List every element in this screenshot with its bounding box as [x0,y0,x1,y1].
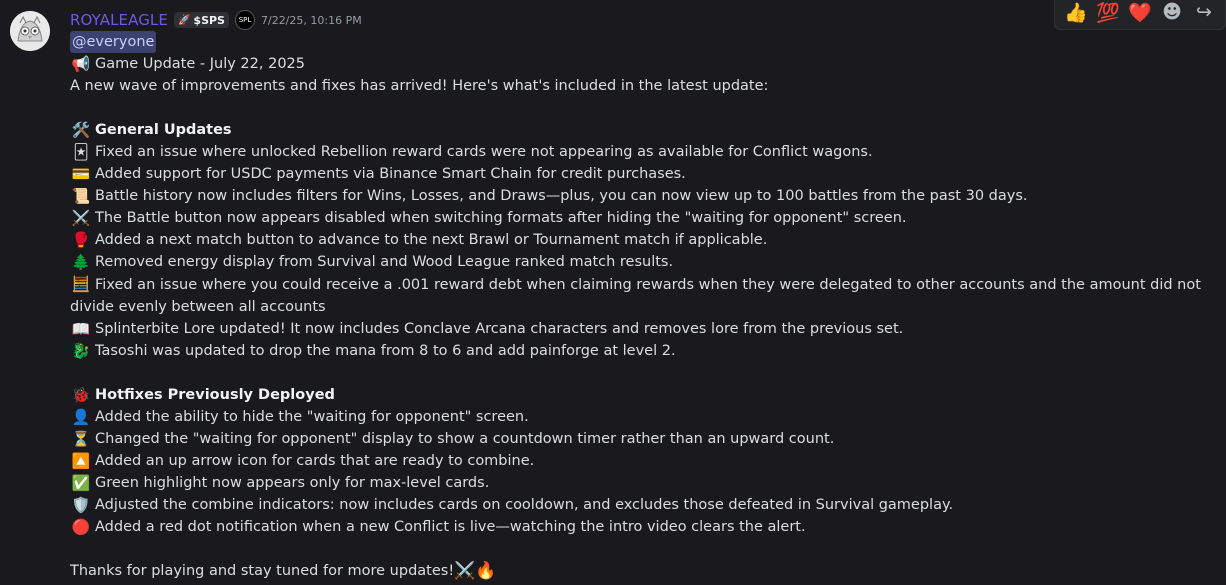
everyone-mention[interactable]: @everyone [70,31,157,53]
credit-card-icon: 💳 [71,165,91,183]
list-item: 📜 Battle history now includes filters fo… [70,185,1210,207]
megaphone-icon: 📢 [71,55,91,73]
hotfix-heading-line: 🐞 Hotfixes Previously Deployed [70,384,1210,406]
list-item: ⏳ Changed the "waiting for opponent" dis… [70,428,1210,450]
heart-reaction[interactable]: ❤️ [1127,0,1153,25]
list-item: 🔴 Added a red dot notification when a ne… [70,516,1210,538]
closing-line: Thanks for playing and stay tuned for mo… [70,560,1210,582]
server-tag-badge[interactable]: 🚀 $SPS [173,12,229,28]
message-header: ROYALEAGLE 🚀 $SPS SPL 7/22/25, 10:16 PM [70,10,362,30]
list-item: 🛡️ Adjusted the combine indicators: now … [70,494,1210,516]
mention-line: @everyone [70,31,1210,53]
list-item-text: Fixed an issue where unlocked Rebellion … [95,144,873,160]
user-silhouette-icon: 👤 [71,408,91,426]
list-item-text: Removed energy display from Survival and… [95,254,674,270]
user-avatar[interactable] [10,11,50,51]
list-item-text: Tasoshi was updated to drop the mana fro… [95,343,676,359]
message-actions-bar: 👍 💯 ❤️ ☻ ↪ [1054,0,1226,30]
username[interactable]: ROYALEAGLE [70,11,168,29]
intro-text: A new wave of improvements and fixes has… [70,78,769,94]
swords-fire-icon: ⚔️🔥 [454,561,497,581]
list-item-text: Green highlight now appears only for max… [95,475,490,491]
boxing-glove-icon: 🥊 [71,231,91,249]
list-item-text: Added a next match button to advance to … [95,232,768,248]
intro-line: A new wave of improvements and fixes has… [70,75,1210,97]
list-item-text: Added an up arrow icon for cards that ar… [95,453,535,469]
ladybug-icon: 🐞 [71,386,91,404]
abacus-icon: 🧮 [71,275,91,293]
shield-icon: 🛡️ [71,496,91,514]
list-item: 🌲 Removed energy display from Survival a… [70,251,1210,273]
title-line: 📢 Game Update - July 22, 2025 [70,53,1210,75]
list-item: 💳 Added support for USDC payments via Bi… [70,163,1210,185]
list-item-text: Added support for USDC payments via Bina… [95,166,686,182]
server-tag-label: $SPS [193,13,225,27]
reply-icon[interactable]: ↪ [1191,0,1217,25]
message-content: @everyone 📢 Game Update - July 22, 2025 … [70,31,1210,582]
rocket-icon: 🚀 [177,14,191,26]
general-heading: General Updates [95,122,232,138]
list-item: ⚔️ The Battle button now appears disable… [70,207,1210,229]
open-book-icon: 📖 [71,320,91,338]
list-item: 🃏 Fixed an issue where unlocked Rebellio… [70,141,1210,163]
hundred-reaction[interactable]: 💯 [1095,0,1121,25]
hotfix-heading: Hotfixes Previously Deployed [95,387,335,403]
general-heading-line: 🛠️ General Updates [70,119,1210,141]
crossed-swords-icon: ⚔️ [71,209,91,227]
role-icon[interactable]: SPL [234,10,255,30]
thumbs-up-reaction[interactable]: 👍 [1063,0,1089,25]
update-title: Game Update - July 22, 2025 [95,56,305,72]
add-reaction-icon[interactable]: ☻ [1159,0,1185,25]
list-item-text: Fixed an issue where you could receive a… [70,277,1201,315]
list-item: 👤 Added the ability to hide the "waiting… [70,406,1210,428]
check-mark-icon: ✅ [71,474,91,492]
list-item-text: The Battle button now appears disabled w… [95,210,907,226]
joker-card-icon: 🃏 [73,143,89,161]
dragon-icon: 🐉 [71,342,91,360]
list-item-text: Adjusted the combine indicators: now inc… [95,497,954,513]
timestamp[interactable]: 7/22/25, 10:16 PM [261,14,362,27]
list-item: 📖 Splinterbite Lore updated! It now incl… [70,318,1210,340]
list-item-text: Added the ability to hide the "waiting f… [95,409,529,425]
list-item-text: Battle history now includes filters for … [95,188,1028,204]
hourglass-icon: ⏳ [71,430,91,448]
closing-text: Thanks for playing and stay tuned for mo… [70,563,455,579]
list-item-text: Added a red dot notification when a new … [95,519,806,535]
list-item: 🐉 Tasoshi was updated to drop the mana f… [70,340,1210,362]
red-circle-icon: 🔴 [71,518,91,536]
list-item: 🧮 Fixed an issue where you could receive … [70,273,1210,318]
chat-message: ROYALEAGLE 🚀 $SPS SPL 7/22/25, 10:16 PM … [0,0,1226,585]
list-item: 🥊 Added a next match button to advance t… [70,229,1210,251]
list-item-text: Splinterbite Lore updated! It now includ… [95,321,904,337]
owl-avatar-icon [10,11,50,51]
scroll-icon: 📜 [71,187,91,205]
list-item: ✅ Green highlight now appears only for m… [70,472,1210,494]
list-item: 🔼 Added an up arrow icon for cards that … [70,450,1210,472]
up-arrow-icon: 🔼 [71,452,91,470]
list-item-text: Changed the "waiting for opponent" displ… [95,431,835,447]
tree-icon: 🌲 [71,253,91,271]
tools-icon: 🛠️ [71,121,91,139]
